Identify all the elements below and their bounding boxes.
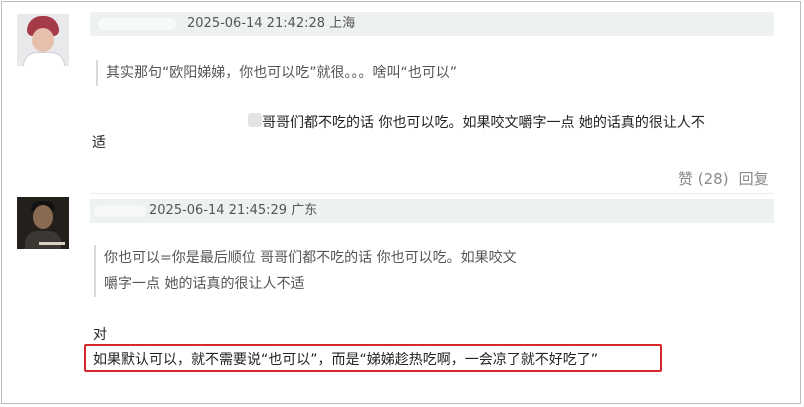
like-button[interactable]: 赞 (28): [678, 170, 729, 188]
username-redacted[interactable]: [94, 205, 146, 217]
highlight-box: [84, 344, 662, 372]
comment-actions: 赞 (28) 回复: [678, 168, 779, 189]
comment-timestamp: 2025-06-14 21:42:28 上海: [187, 16, 356, 31]
reply-text: 对: [93, 327, 107, 343]
comment-timestamp: 2025-06-14 21:45:29 广东: [149, 203, 318, 218]
redacted-mark: [90, 111, 108, 135]
reply-text: 哥哥们都不吃的话 你也可以吃。如果咬文嚼字一点 她的话真的很让人不: [262, 115, 705, 131]
quoted-comment: 其实那句“欧阳娣娣，你也可以吃”就很。。。啥叫“也可以”: [96, 60, 746, 86]
avatar[interactable]: [17, 14, 69, 66]
avatar[interactable]: [17, 197, 69, 249]
comment-location: 广东: [291, 203, 318, 218]
reply-button[interactable]: 回复: [739, 170, 769, 188]
quoted-comment: 你也可以=你是最后顺位 哥哥们都不吃的话 你也可以吃。如果咬文 嚼字一点 她的话…: [94, 245, 604, 297]
redacted-mark: [248, 113, 262, 127]
divider: [90, 193, 774, 194]
username-redacted[interactable]: [98, 18, 176, 30]
comment-location: 上海: [329, 16, 356, 31]
